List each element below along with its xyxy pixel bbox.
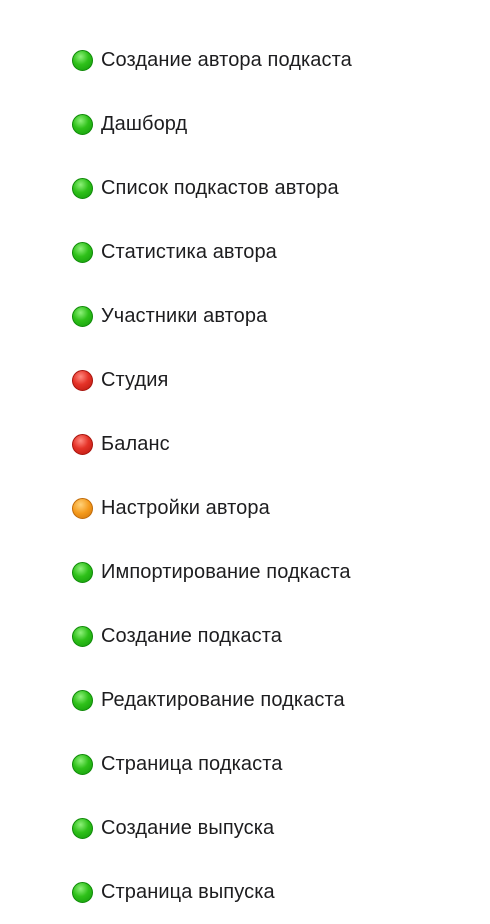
green-circle-icon bbox=[72, 177, 93, 199]
list-item: Дашборд bbox=[72, 92, 482, 156]
item-label: Настройки автора bbox=[101, 497, 270, 519]
item-label: Дашборд bbox=[101, 113, 188, 135]
list-item: Статистика автора bbox=[72, 220, 482, 284]
item-label: Студия bbox=[101, 369, 169, 391]
green-circle-icon bbox=[72, 305, 93, 327]
green-circle-icon bbox=[72, 689, 93, 711]
green-circle-icon bbox=[72, 625, 93, 647]
item-label: Список подкастов автора bbox=[101, 177, 339, 199]
item-label: Страница выпуска bbox=[101, 881, 275, 903]
item-label: Создание автора подкаста bbox=[101, 49, 352, 71]
green-circle-icon bbox=[72, 561, 93, 583]
list-item: Создание подкаста bbox=[72, 604, 482, 668]
list-item: Создание выпуска bbox=[72, 796, 482, 860]
green-circle-icon bbox=[72, 49, 93, 71]
list-item: Страница выпуска bbox=[72, 860, 482, 924]
list-item: Баланс bbox=[72, 412, 482, 476]
status-list: Создание автора подкаста Дашборд Список … bbox=[72, 28, 482, 924]
green-circle-icon bbox=[72, 241, 93, 263]
green-circle-icon bbox=[72, 753, 93, 775]
list-item: Редактирование подкаста bbox=[72, 668, 482, 732]
item-label: Баланс bbox=[101, 433, 170, 455]
item-label: Редактирование подкаста bbox=[101, 689, 345, 711]
item-label: Страница подкаста bbox=[101, 753, 283, 775]
item-label: Импортирование подкаста bbox=[101, 561, 351, 583]
item-label: Участники автора bbox=[101, 305, 268, 327]
list-item: Настройки автора bbox=[72, 476, 482, 540]
green-circle-icon bbox=[72, 881, 93, 903]
list-item: Создание автора подкаста bbox=[72, 28, 482, 92]
green-circle-icon bbox=[72, 113, 93, 135]
list-item: Список подкастов автора bbox=[72, 156, 482, 220]
green-circle-icon bbox=[72, 817, 93, 839]
list-item: Участники автора bbox=[72, 284, 482, 348]
red-circle-icon bbox=[72, 433, 93, 455]
red-circle-icon bbox=[72, 369, 93, 391]
list-item: Импортирование подкаста bbox=[72, 540, 482, 604]
list-item: Страница подкаста bbox=[72, 732, 482, 796]
orange-circle-icon bbox=[72, 497, 93, 519]
item-label: Создание выпуска bbox=[101, 817, 275, 839]
item-label: Создание подкаста bbox=[101, 625, 283, 647]
item-label: Статистика автора bbox=[101, 241, 277, 263]
list-item: Студия bbox=[72, 348, 482, 412]
